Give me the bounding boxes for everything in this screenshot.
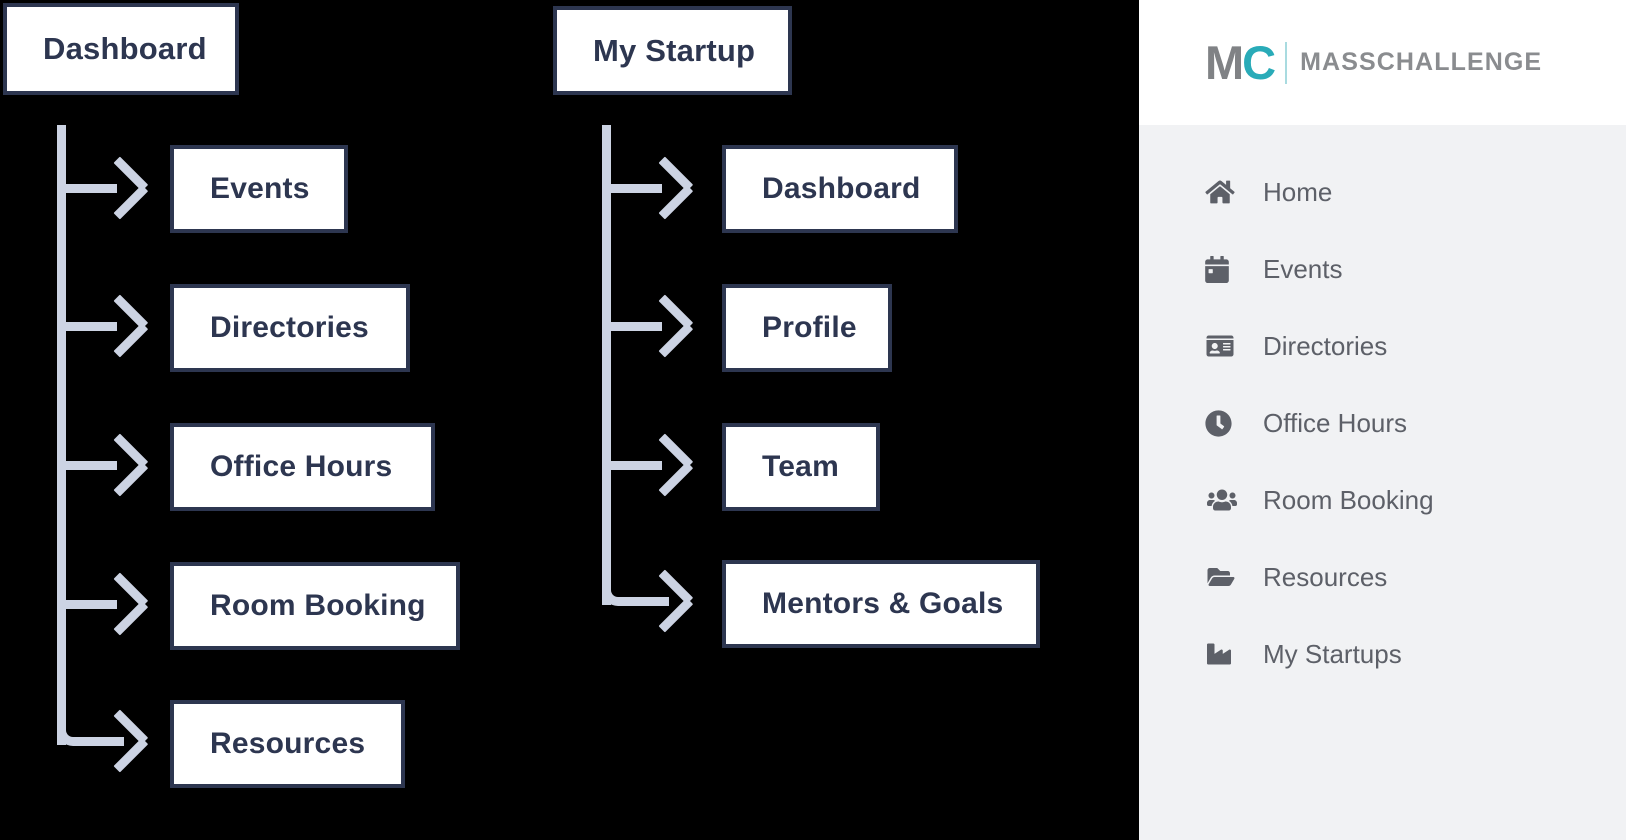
- sidebar-item-label: Directories: [1263, 330, 1388, 361]
- sidebar-item-my-startups[interactable]: My Startups: [1139, 639, 1626, 669]
- sidebar-item-resources[interactable]: Resources: [1139, 562, 1626, 592]
- flow-node-resources[interactable]: Resources: [170, 700, 405, 788]
- sidebar-nav: Home Events Directories Office Hours Roo…: [1139, 125, 1626, 669]
- connector-trunk-col2: [602, 125, 611, 605]
- sidebar-item-label: Resources: [1263, 561, 1388, 592]
- sidebar-item-office-hours[interactable]: Office Hours: [1139, 408, 1626, 438]
- sidebar-item-label: My Startups: [1263, 638, 1402, 669]
- arrowhead-col1-4: [105, 587, 139, 621]
- logo-divider: [1285, 41, 1288, 84]
- logo-mark-c: C: [1242, 36, 1276, 89]
- masschallenge-logo[interactable]: MC MASSCHALLENGE: [1205, 39, 1542, 86]
- users-icon: [1205, 488, 1247, 512]
- flow-node-root-dashboard[interactable]: Dashboard: [3, 3, 239, 95]
- sidebar-item-label: Office Hours: [1263, 407, 1408, 438]
- flow-node-profile[interactable]: Profile: [722, 284, 892, 372]
- arrowhead-col2-1: [650, 171, 684, 205]
- flow-node-root-my-startup[interactable]: My Startup: [553, 6, 792, 95]
- flow-node-team[interactable]: Team: [722, 423, 880, 511]
- sidebar-item-label: Room Booking: [1263, 484, 1434, 515]
- flow-node-room-booking[interactable]: Room Booking: [170, 562, 460, 650]
- logo-mark-m: M: [1205, 36, 1244, 89]
- sidebar-item-room-booking[interactable]: Room Booking: [1139, 485, 1626, 515]
- flow-node-events[interactable]: Events: [170, 145, 348, 233]
- flow-node-mentors-goals[interactable]: Mentors & Goals: [722, 560, 1040, 648]
- arrowhead-col1-2: [105, 309, 139, 343]
- arrowhead-col1-3: [105, 448, 139, 482]
- open-folder-icon: [1205, 565, 1247, 589]
- home-icon: [1205, 179, 1247, 205]
- arrowhead-col1-1: [105, 171, 139, 205]
- flow-node-directories[interactable]: Directories: [170, 284, 410, 372]
- factory-icon: [1205, 642, 1247, 666]
- flow-node-startup-dashboard[interactable]: Dashboard: [722, 145, 958, 233]
- connector-trunk-col1: [57, 125, 66, 745]
- arrowhead-col2-2: [650, 309, 684, 343]
- clock-icon: [1205, 409, 1247, 437]
- calendar-icon: [1205, 255, 1247, 283]
- sidebar-item-label: Events: [1263, 253, 1343, 284]
- sidebar-item-home[interactable]: Home: [1139, 177, 1626, 207]
- app-sidebar: MC MASSCHALLENGE Home Events Directories…: [1139, 0, 1626, 840]
- sidebar-item-label: Home: [1263, 176, 1333, 207]
- arrowhead-col2-4: [650, 584, 684, 618]
- sidebar-item-directories[interactable]: Directories: [1139, 331, 1626, 361]
- logo-wordmark: MASSCHALLENGE: [1300, 48, 1543, 76]
- flow-node-office-hours[interactable]: Office Hours: [170, 423, 435, 511]
- diagram-canvas: Dashboard Events Directories Office Hour…: [0, 0, 1626, 840]
- arrowhead-col1-5: [105, 724, 139, 758]
- arrowhead-col2-3: [650, 448, 684, 482]
- sidebar-item-events[interactable]: Events: [1139, 254, 1626, 284]
- id-card-icon: [1205, 334, 1247, 358]
- sidebar-logo-header: MC MASSCHALLENGE: [1139, 0, 1626, 125]
